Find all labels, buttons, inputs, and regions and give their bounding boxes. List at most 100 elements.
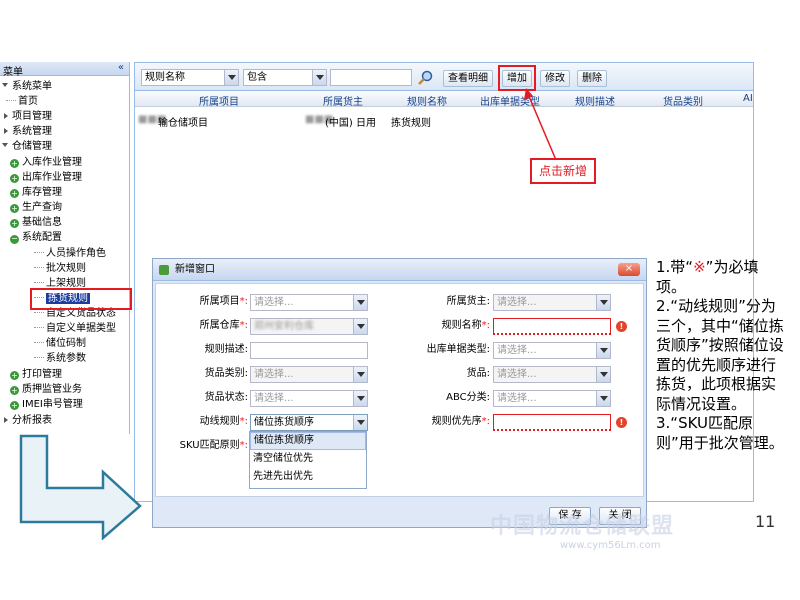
plus-icon: + [10, 371, 19, 380]
goods-category-select[interactable]: 请选择... [250, 366, 368, 383]
tree-line-icon [34, 267, 44, 268]
outbound-type-select[interactable]: 请选择... [493, 342, 611, 359]
pointer-arrow-icon [524, 88, 557, 161]
tree-line-icon [34, 312, 44, 313]
grid-header: 所属项目 所属货主 规则名称 出库单据类型 规则描述 货品类别 AI [135, 91, 753, 108]
sidebar-item-inbound[interactable]: + 入库作业管理 [10, 156, 82, 170]
note-1: 1.带“※”为必填项。 [656, 258, 759, 296]
column-header[interactable]: AI [743, 93, 753, 104]
search-icon[interactable] [417, 70, 433, 86]
chevron-down-icon [596, 391, 610, 406]
sidebar-item-reports[interactable]: 分析报表 [4, 414, 52, 428]
collapse-icon[interactable]: « [118, 62, 124, 73]
plus-icon: + [10, 386, 19, 395]
sidebar-item-pledge[interactable]: + 质押监管业务 [10, 383, 82, 397]
toolbar: 规则名称 包含 查看明细 增加 修改 删除 [135, 63, 753, 91]
chevron-down-icon [224, 70, 238, 85]
expand-icon [4, 113, 8, 119]
label-sku-rule: SKU匹配原则*: [179, 440, 248, 451]
route-rule-select[interactable]: 储位拣货顺序 [250, 414, 368, 431]
sidebar-item-roles[interactable]: 人员操作角色 [34, 247, 106, 261]
error-icon: ! [616, 417, 627, 428]
sidebar-item-location-code[interactable]: 储位码制 [34, 337, 86, 351]
page-number: 11 [755, 512, 776, 531]
sidebar-item-batch-rules[interactable]: 批次规则 [34, 262, 86, 276]
field-select[interactable]: 规则名称 [141, 69, 239, 86]
chevron-down-icon [353, 367, 367, 382]
sidebar-item-sys-params[interactable]: 系统参数 [34, 352, 86, 366]
sidebar-header: 菜单 « [0, 62, 129, 78]
watermark: 中国物流仓储联盟 [490, 514, 675, 539]
watermark-url: www.cym56Lm.com [560, 540, 661, 551]
label-rule-priority: 规则优先序*: [431, 416, 490, 427]
column-header[interactable]: 货品类别 [663, 93, 703, 108]
rule-priority-field[interactable] [493, 414, 611, 431]
project-select[interactable]: 请选择... [250, 294, 368, 311]
app-icon [159, 265, 169, 275]
chevron-down-icon [596, 295, 610, 310]
column-header[interactable]: 规则名称 [407, 93, 447, 108]
sidebar-item-imei[interactable]: + IMEI串号管理 [10, 398, 83, 412]
plus-icon: + [10, 174, 19, 183]
sidebar-item-config[interactable]: − 系统配置 [10, 231, 62, 245]
tree-root[interactable]: 系统菜单 [2, 80, 52, 94]
label-project: 所属项目*: [199, 296, 248, 307]
view-detail-button[interactable]: 查看明细 [443, 70, 493, 87]
sidebar-item-storage[interactable]: 仓储管理 [2, 140, 52, 154]
sidebar-item-production[interactable]: + 生产查询 [10, 201, 62, 215]
callout-click-add: 点击新增 [530, 158, 596, 184]
rule-desc-field[interactable] [250, 342, 368, 359]
warehouse-select[interactable]: 郑州安利仓库 [250, 318, 368, 335]
rule-name-field[interactable] [493, 318, 611, 335]
tree-line-icon [34, 252, 44, 253]
tree-line-icon [34, 282, 44, 283]
tree-line-icon [34, 357, 44, 358]
expand-icon [4, 128, 8, 134]
caret-icon [2, 143, 8, 147]
dropdown-option[interactable]: 先进先出优先 [250, 468, 366, 486]
goods-select[interactable]: 请选择... [493, 366, 611, 383]
label-goods-category: 货品类别: [204, 368, 248, 379]
route-rule-dropdown: 储位拣货顺序 清空储位优先 先进先出优先 [249, 431, 367, 489]
column-header[interactable]: 规则描述 [575, 93, 615, 108]
cell-owner: (中国) 日用 [325, 118, 376, 129]
sidebar-item-print[interactable]: + 打印管理 [10, 368, 62, 382]
operator-select[interactable]: 包含 [243, 69, 327, 86]
label-rule-name: 规则名称*: [441, 320, 490, 331]
dropdown-option[interactable]: 清空储位优先 [250, 450, 366, 468]
sidebar-item-inventory[interactable]: + 库存管理 [10, 186, 62, 200]
owner-select[interactable]: 请选择... [493, 294, 611, 311]
plus-icon: + [10, 401, 19, 410]
label-outbound-type: 出库单据类型: [426, 344, 490, 355]
sidebar-item-custom-doc[interactable]: 自定义单据类型 [34, 322, 116, 336]
sidebar-item-basic-info[interactable]: + 基础信息 [10, 216, 62, 230]
abc-select[interactable]: 请选择... [493, 390, 611, 407]
note-3: 3.“SKU匹配原则”用于批次管理。 [656, 414, 784, 452]
tree-line-icon [6, 100, 16, 101]
sidebar-item-home[interactable]: 首页 [6, 95, 38, 109]
dialog-title: 新增窗口 [175, 264, 215, 275]
plus-icon: + [10, 159, 19, 168]
error-icon: ! [616, 321, 627, 332]
label-abc: ABC分类: [446, 392, 490, 403]
sidebar-item-outbound[interactable]: + 出库作业管理 [10, 171, 82, 185]
close-icon[interactable]: × [618, 263, 640, 276]
chevron-down-icon [312, 70, 326, 85]
search-input[interactable] [330, 69, 412, 86]
sidebar-item-system[interactable]: 系统管理 [4, 125, 52, 139]
plus-icon: + [10, 219, 19, 228]
dropdown-option[interactable]: 储位拣货顺序 [250, 432, 366, 450]
instruction-notes: 1.带“※”为必填项。 2.“动线规则”分为三个，其中“储位拣货顺序”按照储位设… [656, 258, 786, 453]
label-goods: 货品: [466, 368, 490, 379]
column-header[interactable]: 所属项目 [199, 93, 239, 108]
column-header[interactable]: 所属货主 [323, 93, 363, 108]
sidebar-item-projects[interactable]: 项目管理 [4, 110, 52, 124]
delete-button[interactable]: 删除 [577, 70, 607, 87]
goods-status-select[interactable]: 请选择... [250, 390, 368, 407]
edit-button[interactable]: 修改 [540, 70, 570, 87]
chevron-down-icon [596, 343, 610, 358]
plus-icon: + [10, 189, 19, 198]
cell-project: 输仓储项目 [158, 118, 208, 129]
label-rule-desc: 规则描述: [204, 344, 248, 355]
chevron-down-icon [353, 319, 367, 334]
